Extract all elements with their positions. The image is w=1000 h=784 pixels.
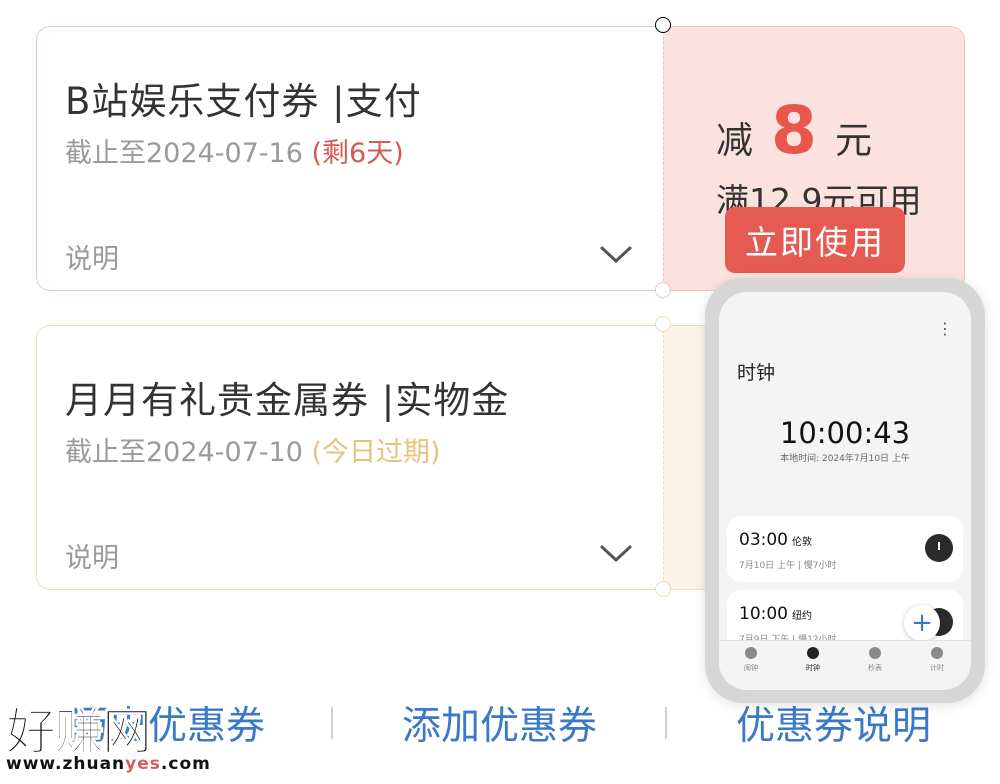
clock-app-screen: ⋮ 时钟 10:00:43 本地时间: 2024年7月10日 上午 03:00 伦… bbox=[719, 292, 971, 690]
city-offset: 7月10日 上午 | 慢7小时 bbox=[739, 561, 837, 571]
coupon-info-panel: B站娱乐支付券 |支付 截止至2024-07-16 (剩6天) 说明 bbox=[36, 26, 663, 291]
coupon-notch bbox=[655, 282, 671, 298]
tab-stopwatch[interactable]: 秒表 bbox=[855, 647, 895, 673]
coupon-explain-link[interactable]: 优惠券说明 bbox=[736, 695, 931, 751]
analog-clock-icon bbox=[925, 534, 953, 562]
coupon-remaining-days: (剩6天) bbox=[311, 138, 404, 169]
coupon-card-bilibili[interactable]: B站娱乐支付券 |支付 截止至2024-07-16 (剩6天) 说明 减8元 满… bbox=[36, 26, 965, 291]
coupon-description-toggle[interactable]: 说明 bbox=[65, 536, 119, 575]
city-name: 伦敦 bbox=[792, 537, 812, 548]
more-menu-icon[interactable]: ⋮ bbox=[937, 321, 953, 337]
coupon-discount: 减8元 bbox=[716, 92, 872, 169]
tab-label: 计时 bbox=[930, 664, 944, 672]
coupon-notch bbox=[655, 17, 671, 33]
coupon-expiry: 截止至2024-07-10 (今日过期) bbox=[65, 430, 441, 469]
tab-clock[interactable]: 时钟 bbox=[793, 647, 833, 673]
local-date: 本地时间: 2024年7月10日 上午 bbox=[780, 454, 910, 464]
coupon-info-panel: 月月有礼贵金属券 |实物金 截止至2024-07-10 (今日过期) 说明 bbox=[36, 325, 663, 590]
tab-label: 秒表 bbox=[868, 664, 882, 672]
coupon-description-toggle[interactable]: 说明 bbox=[65, 237, 119, 276]
site-watermark-logo: 好赚网 www.zhuanyes.com bbox=[6, 692, 210, 784]
tab-alarm[interactable]: 闹钟 bbox=[731, 647, 771, 673]
coupon-expiring-today: (今日过期) bbox=[311, 437, 441, 468]
coupon-expiry-date: 截止至2024-07-16 bbox=[65, 138, 303, 169]
world-clock-card[interactable]: 03:00 伦敦 7月10日 上午 | 慢7小时 bbox=[727, 516, 963, 582]
coupon-title: 月月有礼贵金属券 |实物金 bbox=[65, 379, 510, 422]
city-time: 10:00 bbox=[739, 604, 788, 624]
city-name: 纽约 bbox=[792, 611, 812, 622]
hourglass-icon bbox=[931, 647, 943, 659]
clock-app-title: 时钟 bbox=[737, 362, 776, 384]
tab-timer[interactable]: 计时 bbox=[917, 647, 957, 673]
add-city-button[interactable]: + bbox=[904, 605, 940, 641]
coupon-notch bbox=[655, 581, 671, 597]
coupon-notch bbox=[655, 316, 671, 332]
discount-prefix: 减 bbox=[716, 119, 753, 162]
coupon-expiry: 截止至2024-07-16 (剩6天) bbox=[65, 131, 404, 170]
clock-icon bbox=[807, 647, 819, 659]
city-time: 03:00 bbox=[739, 530, 788, 550]
chevron-down-icon[interactable] bbox=[598, 242, 634, 266]
current-time: 10:00:43 bbox=[779, 416, 911, 450]
bottom-tab-bar: 闹钟 时钟 秒表 计时 bbox=[719, 640, 971, 690]
divider bbox=[331, 707, 333, 739]
tab-label: 时钟 bbox=[806, 664, 820, 672]
tab-label: 闹钟 bbox=[744, 664, 758, 672]
chevron-down-icon[interactable] bbox=[598, 541, 634, 565]
alarm-icon bbox=[745, 647, 757, 659]
city-time-row: 03:00 伦敦 bbox=[739, 530, 812, 550]
city-time-row: 10:00 纽约 bbox=[739, 604, 812, 624]
divider bbox=[665, 707, 667, 739]
coupon-title: B站娱乐支付券 |支付 bbox=[65, 80, 422, 123]
discount-unit: 元 bbox=[834, 119, 872, 162]
watermark-url-prefix: www.zhuan bbox=[6, 754, 126, 774]
watermark-url: www.zhuanyes.com bbox=[6, 754, 211, 774]
floating-clock-window[interactable]: ⋮ 时钟 10:00:43 本地时间: 2024年7月10日 上午 03:00 伦… bbox=[705, 278, 985, 703]
watermark-url-suffix: .com bbox=[160, 754, 211, 774]
coupon-expiry-date: 截止至2024-07-10 bbox=[65, 437, 303, 468]
discount-amount: 8 bbox=[771, 92, 817, 169]
add-coupon-link[interactable]: 添加优惠券 bbox=[402, 695, 597, 751]
stopwatch-icon bbox=[869, 647, 881, 659]
use-now-button[interactable]: 立即使用 bbox=[725, 207, 905, 273]
watermark-url-highlight: yes bbox=[125, 754, 161, 774]
